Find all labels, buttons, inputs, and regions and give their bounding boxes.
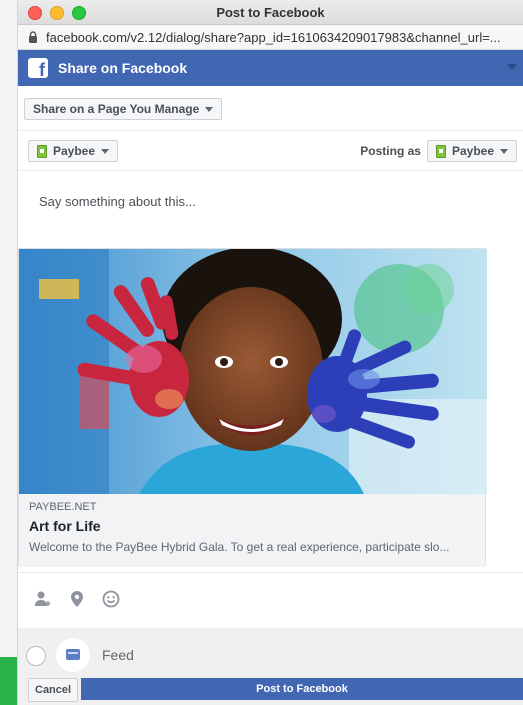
url-text: facebook.com/v2.12/dialog/share?app_id=1… (46, 29, 501, 45)
posting-as-value: Paybee (451, 144, 494, 158)
preview-description: Welcome to the PayBee Hybrid Gala. To ge… (29, 540, 450, 554)
feed-icon-badge (56, 638, 90, 672)
share-popup-window: Post to Facebook facebook.com/v2.12/dial… (18, 0, 523, 705)
divider (18, 572, 523, 573)
link-preview-card[interactable]: PAYBEE.NET Art for Life Welcome to the P… (18, 248, 487, 567)
share-target-label: Share on a Page You Manage (33, 102, 200, 116)
feeling-emoji-icon[interactable] (102, 590, 120, 608)
compose-text-input[interactable]: Say something about this... (39, 194, 196, 209)
header-menu-caret-icon[interactable] (507, 64, 517, 70)
posting-as-dropdown[interactable]: Paybee (426, 140, 517, 162)
page-selector-value: Paybee (53, 144, 96, 158)
divider (18, 170, 523, 171)
news-feed-icon (66, 649, 80, 660)
page-icon (435, 144, 446, 158)
facebook-logo-icon: f (28, 58, 48, 79)
feed-radio-button[interactable] (26, 646, 46, 666)
window-titlebar: Post to Facebook (18, 0, 523, 25)
preview-domain: PAYBEE.NET (29, 501, 97, 513)
feed-option-row[interactable]: Feed (18, 638, 523, 672)
lock-icon (29, 31, 37, 43)
child-painted-hands-photo (19, 249, 487, 494)
dialog-title: Share on Facebook (58, 60, 188, 76)
chevron-down-icon (500, 148, 508, 154)
tag-people-icon[interactable] (34, 590, 52, 608)
divider (18, 130, 523, 131)
background-page-edge (0, 0, 18, 705)
page-selector-dropdown[interactable]: Paybee (28, 140, 119, 162)
cancel-button[interactable]: Cancel (28, 678, 79, 702)
preview-image (19, 249, 487, 494)
location-pin-icon[interactable] (70, 590, 84, 608)
preview-title: Art for Life (29, 518, 101, 534)
share-target-dropdown[interactable]: Share on a Page You Manage (24, 98, 223, 120)
posting-as-label: Posting as (360, 144, 421, 158)
page-icon (37, 144, 47, 158)
feed-label: Feed (102, 647, 134, 663)
post-to-facebook-button[interactable]: Post to Facebook (81, 678, 523, 700)
chevron-down-icon (205, 106, 214, 112)
facebook-dialog-header: f Share on Facebook (18, 50, 523, 86)
background-green-element (0, 657, 18, 705)
chevron-down-icon (101, 148, 110, 154)
dialog-footer: Feed Cancel Post to Facebook (18, 628, 523, 705)
url-bar[interactable]: facebook.com/v2.12/dialog/share?app_id=1… (18, 25, 523, 50)
window-title: Post to Facebook (216, 5, 325, 20)
